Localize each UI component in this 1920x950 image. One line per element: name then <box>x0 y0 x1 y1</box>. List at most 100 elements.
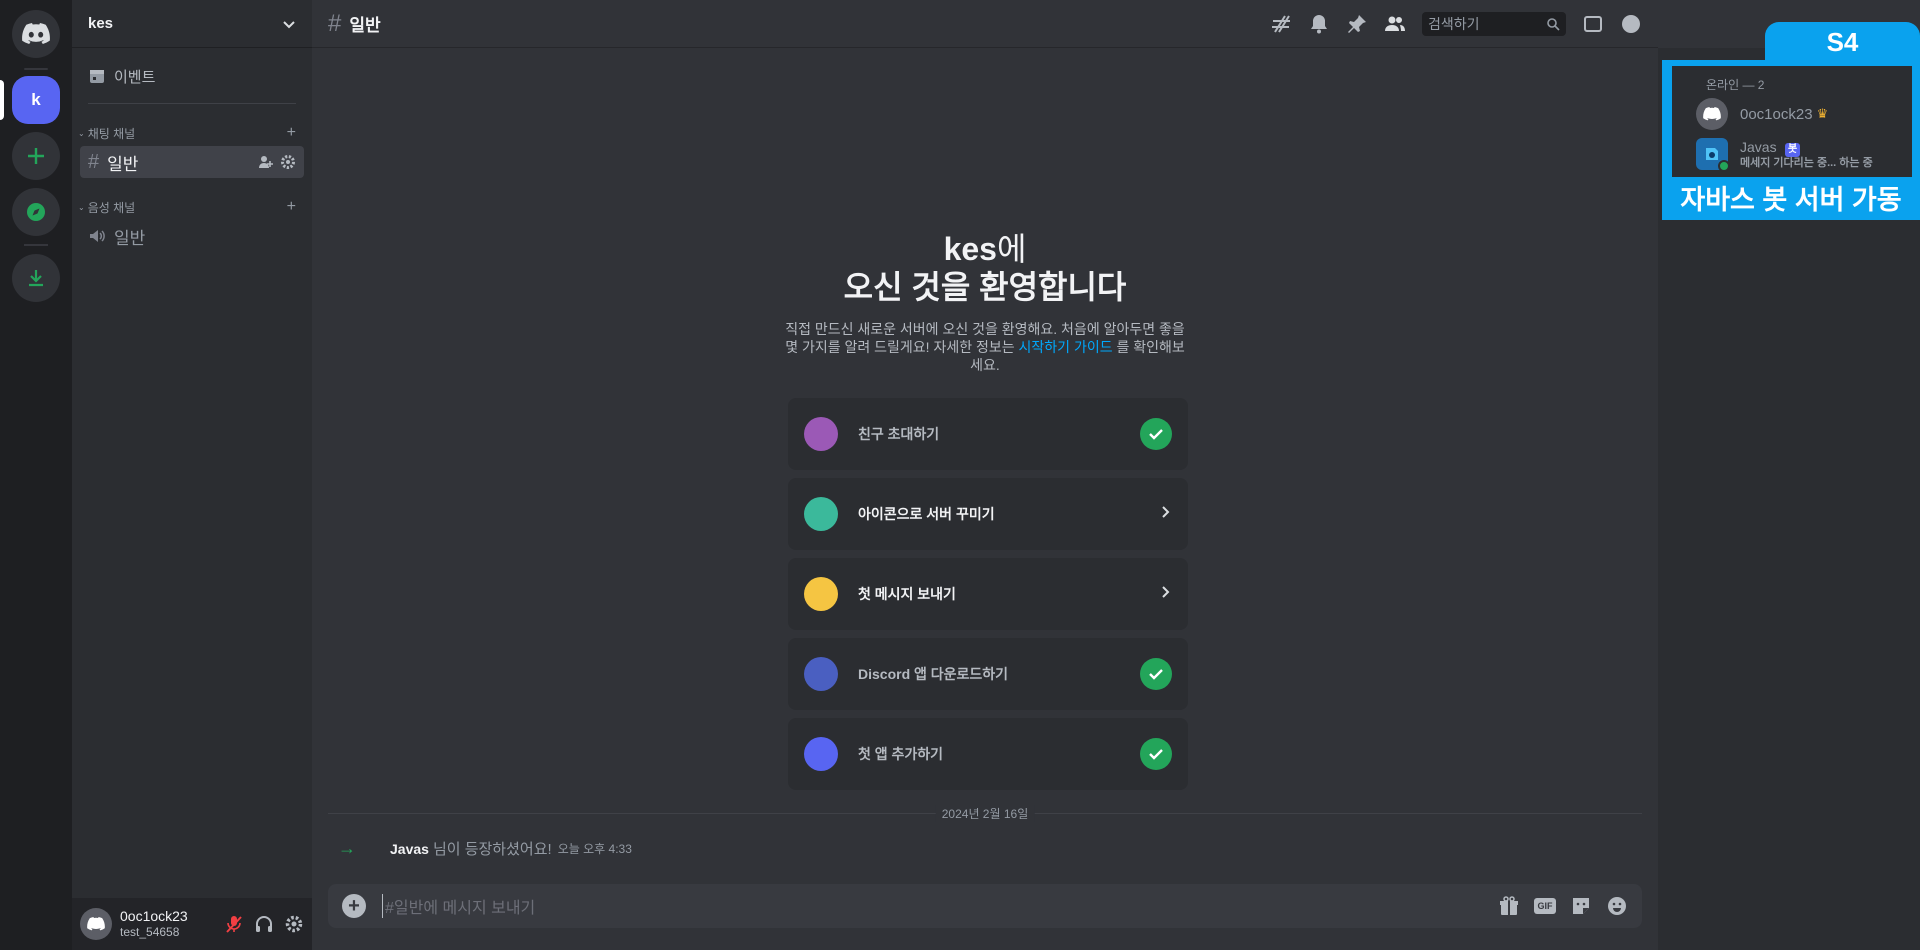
onboarding-task[interactable]: 친구 초대하기 <box>788 398 1188 470</box>
invite-icon <box>804 417 838 451</box>
join-username[interactable]: Javas <box>390 841 429 857</box>
check-icon <box>1140 658 1172 690</box>
discord-logo-icon <box>87 917 105 931</box>
onboarding-task[interactable]: Discord 앱 다운로드하기 <box>788 638 1188 710</box>
rail-divider <box>24 68 48 70</box>
onboarding-task[interactable]: 첫 메시지 보내기 <box>788 558 1188 630</box>
sidebar-divider <box>88 103 296 104</box>
onboarding-checklist: 친구 초대하기아이콘으로 서버 꾸미기첫 메시지 보내기 Discord 앱 다운… <box>788 398 1188 798</box>
gear-icon[interactable] <box>284 914 304 934</box>
download-icon <box>29 270 43 287</box>
server-initial: k <box>31 90 41 109</box>
member-activity: 메세지 기다리는 중... 하는 중 <box>1740 156 1873 169</box>
app-icon <box>804 737 838 771</box>
speaker-icon <box>90 230 105 242</box>
plus-icon <box>28 148 44 164</box>
onboarding-task[interactable]: 첫 앱 추가하기 <box>788 718 1188 790</box>
channel-header: # 일반 검색하기 <box>312 0 1658 48</box>
member-item-owner[interactable]: 0oc1ock23 ♛ <box>1696 98 1828 130</box>
download-apps-button[interactable] <box>12 254 60 302</box>
invite-member-icon[interactable] <box>258 154 274 170</box>
discord-app: k kes 이벤트 ⌄ 채팅 채널 + # 일반 ⌄ 음성 채널 + 일반 0o… <box>0 0 1920 950</box>
compass-icon <box>27 203 45 221</box>
date-divider-label: 2024년 2월 16일 <box>935 805 1035 822</box>
task-label: Discord 앱 다운로드하기 <box>858 666 1009 682</box>
chevron-small-icon: ⌄ <box>78 128 85 138</box>
mic-muted-icon[interactable] <box>224 914 244 934</box>
message-input[interactable]: #일반에 메시지 보내기 <box>382 894 1498 918</box>
date-divider: 2024년 2월 16일 <box>328 805 1642 822</box>
task-label: 첫 메시지 보내기 <box>858 586 956 602</box>
sticker-icon[interactable] <box>1570 895 1592 917</box>
headphones-icon[interactable] <box>254 914 274 934</box>
rail-divider-2 <box>24 244 48 246</box>
bot-avatar <box>1696 138 1730 172</box>
onboarding-task[interactable]: 아이콘으로 서버 꾸미기 <box>788 478 1188 550</box>
discord-home-button[interactable] <box>12 10 60 58</box>
search-icon <box>1547 17 1560 31</box>
category-voice-channels[interactable]: ⌄ 음성 채널 + <box>74 198 310 216</box>
discord-logo-icon <box>22 23 50 44</box>
member-list-icon[interactable] <box>1384 13 1406 35</box>
paint-icon <box>804 497 838 531</box>
upload-plus-button[interactable]: + <box>342 894 366 918</box>
gear-icon[interactable] <box>280 154 296 170</box>
search-placeholder: 검색하기 <box>1428 15 1480 32</box>
message-composer: + #일반에 메시지 보내기 GIF <box>328 884 1642 928</box>
active-server-indicator <box>0 80 4 120</box>
chat-main: # 일반 검색하기 kes에 오신 것을 환영합니다 직접 만드신 새로운 서버… <box>312 0 1658 950</box>
welcome-server-name: kes <box>943 231 997 267</box>
gif-button[interactable]: GIF <box>1534 898 1556 914</box>
welcome-subtitle: 오신 것을 환영합니다 <box>843 269 1127 305</box>
getting-started-guide-link[interactable]: 시작하기 가이드 <box>1019 339 1113 355</box>
threads-icon[interactable] <box>1270 13 1292 35</box>
emoji-icon[interactable] <box>1606 895 1628 917</box>
hash-icon: # <box>328 9 342 37</box>
online-header: 온라인 — 2 <box>1706 78 1765 92</box>
chevron-down-icon <box>283 20 295 28</box>
search-input[interactable]: 검색하기 <box>1422 11 1566 36</box>
category-label: 채팅 채널 <box>87 126 136 141</box>
events-label: 이벤트 <box>114 68 156 86</box>
server-name: kes <box>88 15 114 32</box>
user-panel: 0oc1ock23 test_54658 <box>72 898 312 950</box>
server-rail: k <box>0 0 72 950</box>
create-channel-plus-icon[interactable]: + <box>287 198 296 216</box>
member-name: 0oc1ock23 <box>1740 105 1813 123</box>
welcome-title: kes에 <box>312 230 1658 268</box>
events-link[interactable]: 이벤트 <box>80 60 304 92</box>
avatar <box>1696 98 1728 130</box>
join-arrow-icon: → <box>338 838 356 858</box>
channel-title: 일반 <box>349 16 381 35</box>
calendar-icon <box>90 70 104 83</box>
welcome-description: 직접 만드신 새로운 서버에 오신 것을 환영해요. 처음에 알아두면 좋을 몇… <box>785 320 1185 374</box>
phone-icon <box>804 657 838 691</box>
pin-icon[interactable] <box>1346 13 1368 35</box>
check-icon <box>1140 418 1172 450</box>
voice-channel-general[interactable]: 일반 <box>80 220 304 252</box>
system-join-message: → Javas 님이 등장하셨어요! 오늘 오후 4:33 <box>338 838 632 859</box>
task-label: 친구 초대하기 <box>858 426 940 442</box>
user-info[interactable]: 0oc1ock23 test_54658 <box>120 908 188 939</box>
inbox-icon[interactable] <box>1582 13 1604 35</box>
chevron-right-icon <box>1158 505 1172 524</box>
overlay-tab-label: S4 <box>1765 22 1920 62</box>
channel-item-general[interactable]: # 일반 <box>80 146 304 178</box>
overlay-caption: 자바스 봇 서버 가동 <box>1680 185 1902 215</box>
chevron-small-icon: ⌄ <box>78 202 85 212</box>
avatar[interactable] <box>80 908 112 940</box>
category-text-channels[interactable]: ⌄ 채팅 채널 + <box>74 124 310 142</box>
create-channel-plus-icon[interactable]: + <box>287 124 296 142</box>
channel-name: 일반 <box>114 228 146 248</box>
welcome-section: kes에 오신 것을 환영합니다 직접 만드신 새로운 서버에 오신 것을 환영… <box>312 230 1658 374</box>
explore-servers-button[interactable] <box>12 188 60 236</box>
member-item-bot[interactable]: Javas 봇 메세지 기다리는 중... 하는 중 <box>1696 138 1873 172</box>
bell-icon[interactable] <box>1308 13 1330 35</box>
add-server-button[interactable] <box>12 132 60 180</box>
server-kes-button[interactable]: k <box>12 76 60 124</box>
user-tag: test_54658 <box>120 925 180 940</box>
chevron-right-icon <box>1158 585 1172 604</box>
help-icon[interactable] <box>1620 13 1642 35</box>
gift-icon[interactable] <box>1498 895 1520 917</box>
server-header[interactable]: kes <box>72 0 312 48</box>
